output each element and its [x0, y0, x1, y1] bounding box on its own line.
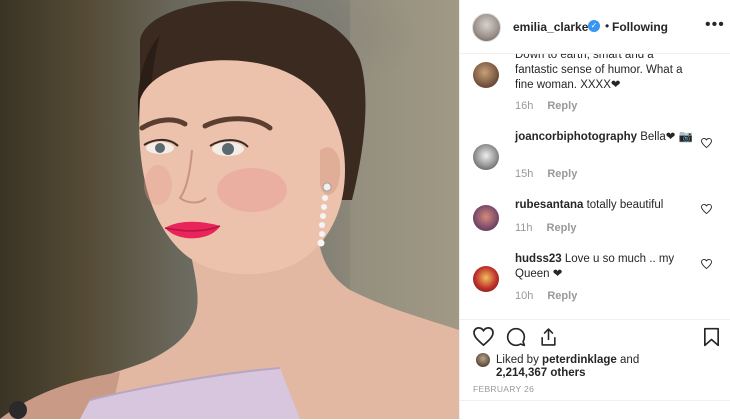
portrait-illustration — [0, 0, 459, 419]
comment-time: 15h — [515, 168, 534, 180]
comment-list[interactable]: Down to earth, smart and a fantastic sen… — [460, 54, 730, 319]
likes-count[interactable]: 2,214,367 others — [496, 367, 586, 379]
commenter-username[interactable]: joancorbiphotography — [515, 131, 637, 143]
heart-icon[interactable] — [701, 204, 712, 214]
liker-avatar[interactable] — [476, 353, 490, 367]
comment-meta: 11h Reply — [515, 222, 577, 234]
reply-button[interactable]: Reply — [547, 222, 577, 234]
post-actions: Liked by peterdinklage and 2,214,367 oth… — [460, 319, 730, 420]
commenter-username[interactable]: hudss23 — [515, 253, 562, 265]
share-icon[interactable] — [539, 327, 558, 347]
commenter-avatar[interactable] — [473, 266, 499, 292]
more-options-icon[interactable]: ••• — [705, 16, 725, 34]
comment-time: 10h — [515, 290, 534, 302]
post-side-panel: emilia_clarke ✓ • Following ••• Down to … — [459, 0, 730, 419]
commenter-avatar[interactable] — [473, 205, 499, 231]
author-username[interactable]: emilia_clarke — [513, 20, 588, 34]
comment-meta: 15h Reply — [515, 168, 577, 180]
commenter-avatar[interactable] — [473, 144, 499, 170]
comment-text: hudss23 Love u so much .. my Queen ❤ — [515, 253, 675, 280]
liker-username[interactable]: peterdinklage — [542, 354, 617, 366]
heart-icon[interactable] — [701, 259, 712, 269]
actions-divider — [460, 400, 730, 401]
reply-button[interactable]: Reply — [547, 100, 577, 112]
comment-time: 16h — [515, 100, 534, 112]
comment-meta: 10h Reply — [515, 290, 577, 302]
post-photo[interactable] — [0, 0, 459, 419]
post-header: emilia_clarke ✓ • Following ••• — [460, 0, 730, 54]
bookmark-icon[interactable] — [703, 327, 720, 347]
reply-button[interactable]: Reply — [547, 168, 577, 180]
header-separator: • — [605, 19, 610, 33]
commenter-username[interactable]: rubesantana — [515, 199, 583, 211]
comment-text: joancorbiphotography Bella❤ 📷 — [515, 131, 693, 143]
post-date[interactable]: FEBRUARY 26 — [473, 384, 534, 394]
comment-text: rubesantana totally beautiful — [515, 199, 664, 211]
reply-button[interactable]: Reply — [547, 290, 577, 302]
comment-time: 11h — [515, 222, 533, 234]
comment-text: Down to earth, smart and a fantastic sen… — [515, 54, 683, 91]
following-button[interactable]: Following — [612, 20, 668, 34]
heart-icon[interactable] — [701, 138, 712, 148]
comment-meta: 16h Reply — [515, 100, 577, 112]
verified-icon: ✓ — [588, 20, 600, 32]
comment-icon[interactable] — [506, 327, 526, 347]
liked-by-text: Liked by peterdinklage and — [496, 354, 640, 366]
heart-icon[interactable] — [473, 327, 494, 346]
author-avatar[interactable] — [472, 13, 501, 42]
commenter-avatar[interactable] — [473, 62, 499, 88]
